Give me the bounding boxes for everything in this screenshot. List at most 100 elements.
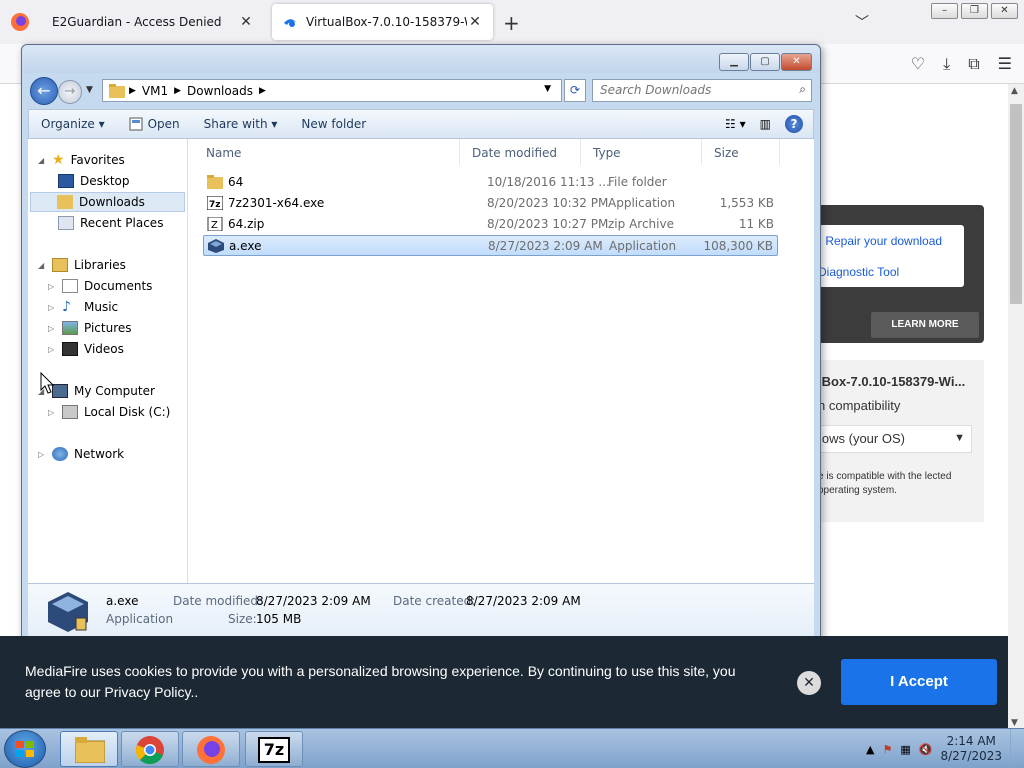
address-bar[interactable]: ▶ VM1 ▶ Downloads ▶ ▼ (102, 79, 562, 102)
column-header-size[interactable]: Size (702, 139, 780, 165)
file-row[interactable]: 64 10/18/2016 11:13 ... File folder (203, 172, 778, 193)
tree-documents[interactable]: ▷ Documents (48, 276, 152, 296)
diagnostic-tool-link[interactable]: l Diagnostic Tool (812, 265, 899, 279)
expand-icon[interactable]: ◢ (38, 261, 46, 270)
collapse-icon[interactable]: ▷ (48, 324, 56, 333)
new-folder-button[interactable]: New folder (289, 117, 378, 131)
music-icon: ♪ (62, 299, 71, 315)
preview-pane-icon[interactable]: ▥ (760, 117, 771, 131)
address-dropdown-icon[interactable]: ▼ (544, 84, 551, 94)
column-header-type[interactable]: Type (581, 139, 702, 165)
breadcrumb-downloads[interactable]: Downloads (187, 84, 253, 98)
tree-recent-places[interactable]: Recent Places (58, 213, 163, 233)
download-icon[interactable]: ⤓ (943, 54, 950, 74)
organize-button[interactable]: Organize ▾ (29, 117, 117, 131)
tree-videos[interactable]: ▷ Videos (48, 339, 124, 359)
extensions-icon[interactable]: ⧉ (968, 54, 979, 74)
chrome-icon (135, 736, 164, 765)
tree-pictures[interactable]: ▷ Pictures (48, 318, 132, 338)
file-row[interactable]: Z 64.zip 8/20/2023 10:27 PM zip Archive … (203, 214, 778, 235)
file-date: 8/20/2023 10:32 PM (487, 196, 609, 210)
minimize-button[interactable]: ▁ (719, 53, 749, 71)
scroll-up-icon[interactable]: ▲ (1011, 86, 1018, 96)
recent-pages-dropdown[interactable]: ▼ (86, 85, 93, 95)
restore-button[interactable]: ❐ (961, 3, 988, 19)
close-icon[interactable]: ✕ (467, 14, 483, 30)
command-bar: Organize ▾ Open Share with ▾ New folder … (28, 109, 814, 139)
search-input[interactable] (593, 80, 783, 100)
close-icon[interactable]: ✕ (238, 14, 254, 30)
search-icon[interactable]: ⌕ (799, 82, 806, 97)
star-icon: ★ (52, 152, 65, 168)
tree-label: Favorites (70, 153, 125, 167)
tree-music[interactable]: ▷ ♪ Music (48, 297, 118, 317)
file-row[interactable]: a.exe 8/27/2023 2:09 AM Application 108,… (203, 235, 778, 256)
cookie-close-button[interactable]: ✕ (797, 671, 821, 695)
collapse-icon[interactable]: ▷ (48, 303, 56, 312)
tree-local-disk[interactable]: ▷ Local Disk (C:) (48, 402, 170, 422)
help-icon[interactable]: ? (785, 115, 803, 133)
collapse-icon[interactable]: ▷ (48, 282, 56, 291)
show-desktop-button[interactable] (1010, 729, 1024, 768)
taskbar-7zip[interactable]: 7z (245, 731, 303, 767)
collapse-icon[interactable]: ▷ (48, 408, 56, 417)
tab-e2guardian[interactable]: E2Guardian - Access Denied ✕ (42, 4, 264, 40)
column-header-date[interactable]: Date modified (460, 139, 581, 165)
tree-my-computer[interactable]: ◢ My Computer (38, 381, 155, 401)
repair-download-link[interactable]: d. Repair your download (812, 234, 942, 248)
network-tray-icon[interactable]: ▦ (900, 743, 910, 756)
volume-muted-icon[interactable]: 🔇 (919, 743, 933, 756)
download-file-name: lBox-7.0.10-158379-Wi... (818, 374, 966, 389)
os-select[interactable]: lows (your OS) ▼ (812, 425, 972, 453)
close-button[interactable]: ✕ (781, 53, 812, 71)
search-box[interactable]: ⌕ (592, 79, 812, 102)
accept-cookies-button[interactable]: I Accept (841, 659, 997, 705)
clock[interactable]: 2:14 AM 8/27/2023 (940, 734, 1002, 764)
virtualbox-icon (208, 239, 224, 253)
firefox-icon[interactable] (10, 12, 30, 32)
file-type: File folder (608, 175, 667, 189)
learn-more-button[interactable]: LEARN MORE (871, 312, 979, 338)
collapse-icon[interactable]: ▷ (38, 450, 46, 459)
breadcrumb-vm1[interactable]: VM1 (142, 84, 168, 98)
tree-desktop[interactable]: Desktop (58, 171, 130, 191)
explorer-titlebar[interactable]: ▁ ▢ ✕ (22, 45, 820, 73)
column-header-name[interactable]: Name (194, 139, 460, 165)
collapse-icon[interactable]: ▷ (48, 345, 56, 354)
tab-virtualbox[interactable]: VirtualBox-7.0.10-158379-Win ✕ (272, 4, 493, 40)
scroll-down-icon[interactable]: ▼ (1011, 718, 1018, 728)
taskbar-chrome[interactable] (121, 731, 179, 767)
chevron-down-icon[interactable]: ﹀ (855, 12, 869, 32)
scrollbar-thumb[interactable] (1010, 104, 1022, 304)
page-scrollbar[interactable]: ▲ ▼ (1008, 84, 1024, 730)
address-row: ← → ▼ ▶ VM1 ▶ Downloads ▶ ▼ ⟳ ⌕ (28, 77, 814, 105)
explorer-folder-icon (75, 737, 105, 763)
start-button[interactable] (4, 730, 46, 768)
back-arrow-icon[interactable]: ← (30, 77, 58, 105)
tree-label: My Computer (74, 384, 155, 398)
breadcrumb-separator-icon[interactable]: ▶ (259, 86, 266, 96)
maximize-button[interactable]: ▢ (750, 53, 780, 71)
window-controls: – ❐ ✕ (931, 3, 1018, 19)
tree-favorites[interactable]: ◢ ★ Favorites (38, 150, 125, 170)
open-button[interactable]: Open (117, 117, 192, 131)
expand-icon[interactable]: ◢ (38, 156, 46, 165)
file-row[interactable]: 7z 7z2301-x64.exe 8/20/2023 10:32 PM App… (203, 193, 778, 214)
minimize-button[interactable]: – (931, 3, 958, 19)
action-center-icon[interactable]: ⚑ (882, 743, 892, 756)
pocket-icon[interactable]: ♡ (911, 54, 925, 74)
refresh-icon[interactable]: ⟳ (564, 79, 586, 102)
tree-network[interactable]: ▷ Network (38, 444, 124, 464)
breadcrumb-separator-icon[interactable]: ▶ (174, 86, 181, 96)
share-with-button[interactable]: Share with ▾ (192, 117, 290, 131)
new-tab-button[interactable]: + (503, 11, 520, 35)
tree-libraries[interactable]: ◢ Libraries (38, 255, 126, 275)
close-window-button[interactable]: ✕ (991, 3, 1018, 19)
taskbar-explorer[interactable] (60, 731, 118, 767)
forward-arrow-icon[interactable]: → (58, 80, 82, 104)
tree-downloads[interactable]: Downloads (30, 192, 185, 212)
taskbar-firefox[interactable] (182, 731, 240, 767)
views-icon[interactable]: ☷ ▾ (725, 117, 746, 131)
show-hidden-icons-icon[interactable]: ▲ (866, 743, 874, 756)
menu-icon[interactable]: ☰ (998, 54, 1012, 74)
